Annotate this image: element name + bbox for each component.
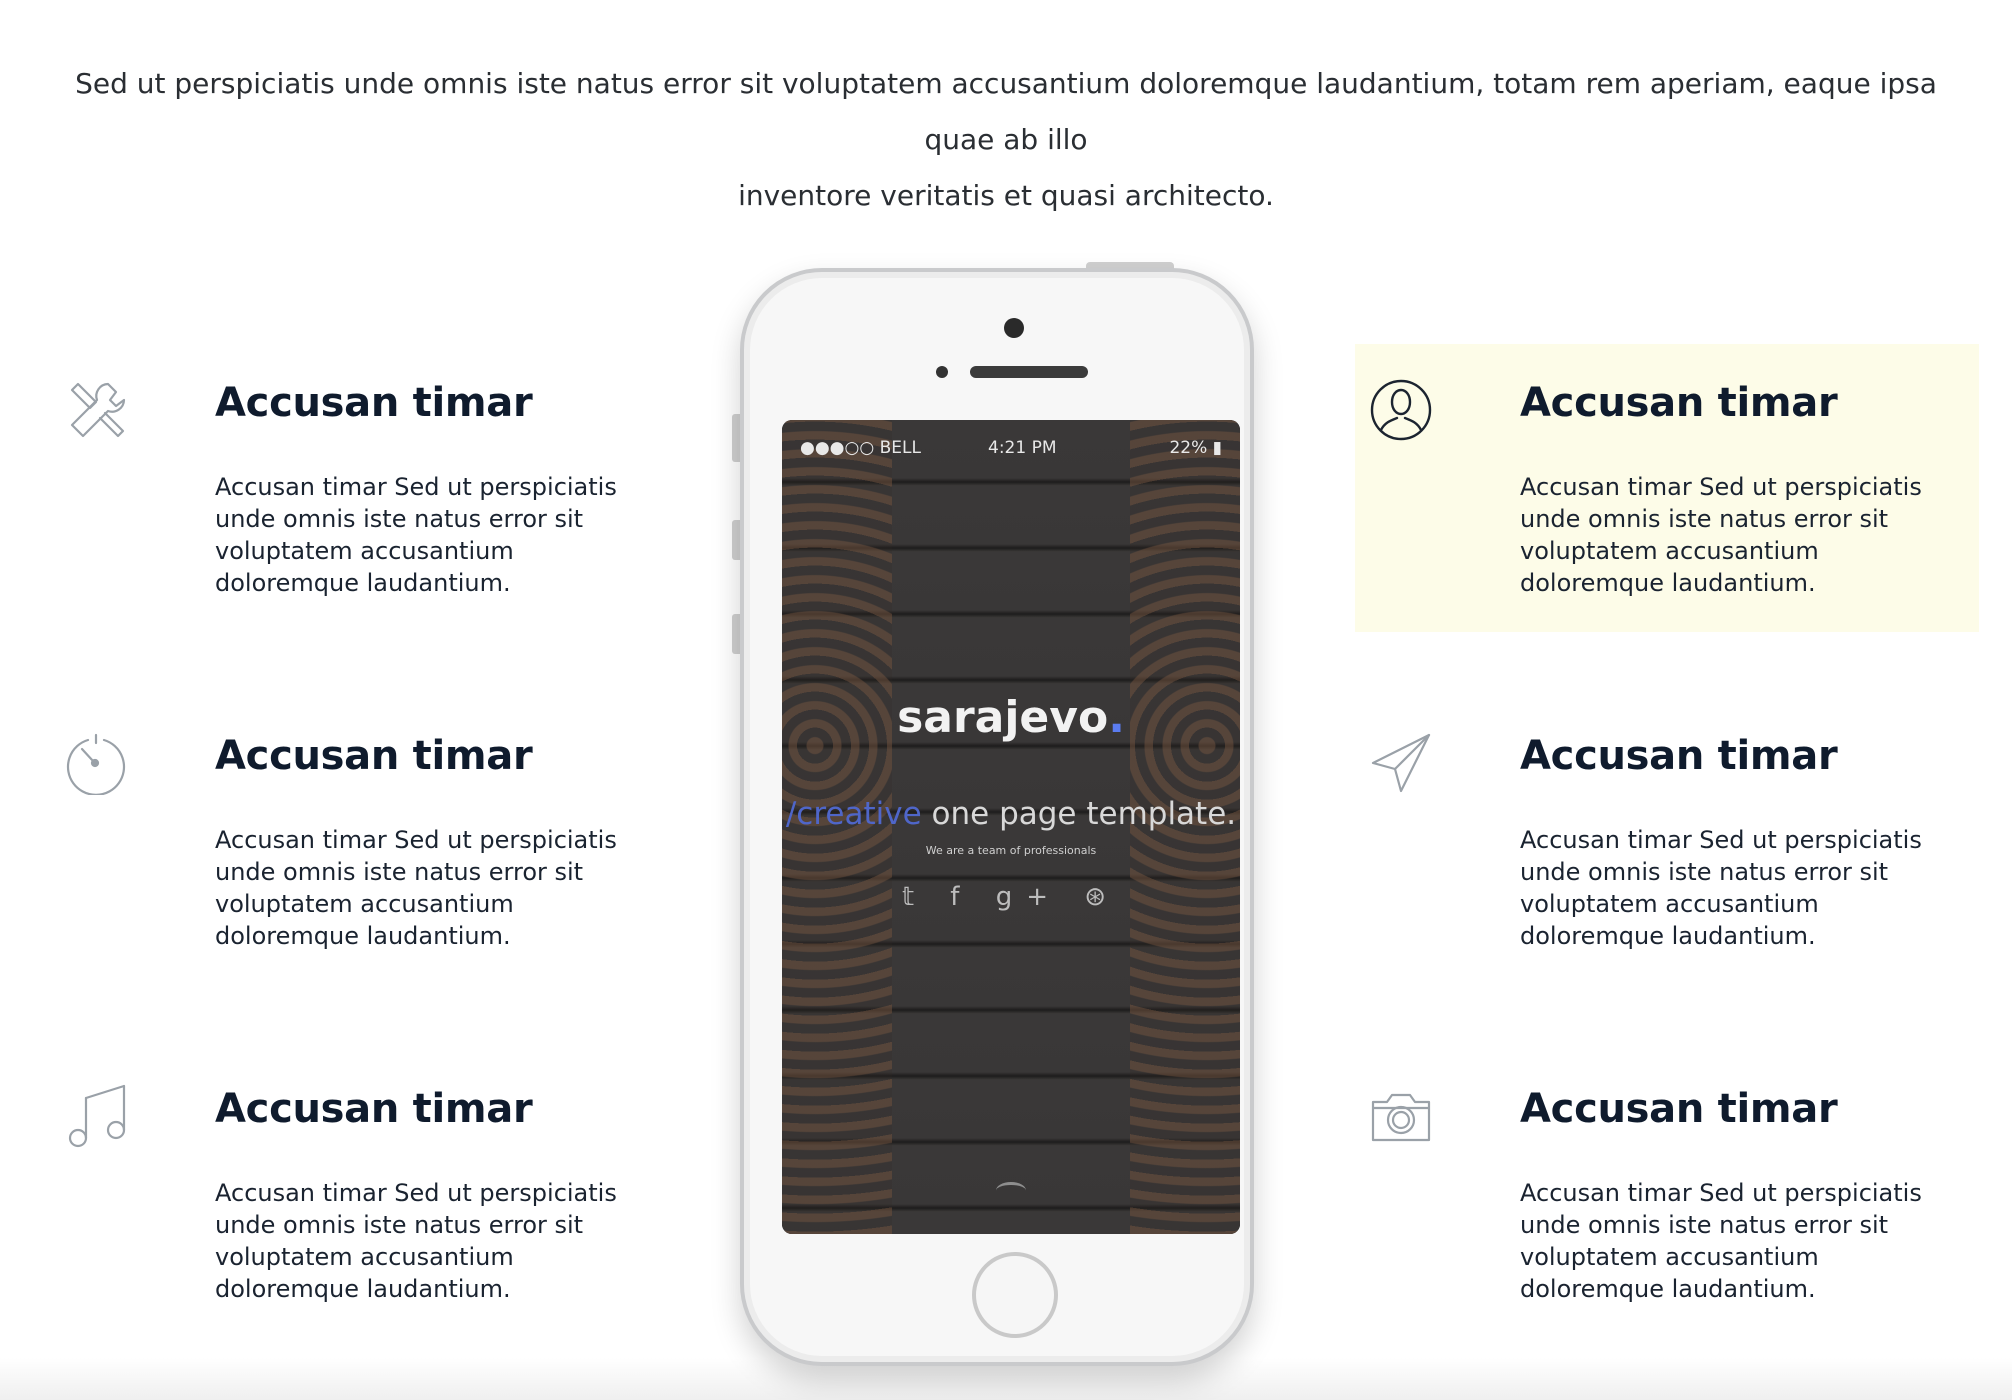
feature-item: Accusan timar Accusan timar Sed ut persp… xyxy=(1355,697,1979,985)
home-button[interactable] xyxy=(972,1252,1058,1338)
user-icon xyxy=(1370,379,1432,441)
front-camera xyxy=(1004,318,1024,338)
feature-item: Accusan timar Accusan timar Sed ut persp… xyxy=(50,344,674,632)
subtagline: We are a team of professionals xyxy=(925,844,1097,857)
feature-description: Accusan timar Sed ut perspiciatis unde o… xyxy=(1520,473,1922,597)
phone-mockup: ●●●○○ BELL 4:21 PM 22% ▮ sarajevo. /crea… xyxy=(730,262,1264,1370)
carrier-label: ●●●○○ BELL xyxy=(800,438,921,458)
phone-body: ●●●○○ BELL 4:21 PM 22% ▮ sarajevo. /crea… xyxy=(740,268,1254,1366)
feature-item-highlighted: Accusan timar Accusan timar Sed ut persp… xyxy=(1355,344,1979,632)
music-icon xyxy=(68,1084,126,1148)
feature-description: Accusan timar Sed ut perspiciatis unde o… xyxy=(215,1179,617,1303)
feature-title: Accusan timar xyxy=(215,380,533,426)
feature-title: Accusan timar xyxy=(1520,380,1838,426)
earpiece-speaker xyxy=(970,366,1088,378)
tools-icon xyxy=(70,382,126,438)
timer-icon xyxy=(66,733,126,795)
feature-item: Accusan timar Accusan timar Sed ut persp… xyxy=(50,697,674,985)
feature-title: Accusan timar xyxy=(215,1086,533,1132)
proximity-sensor xyxy=(936,366,948,378)
camera-icon xyxy=(1371,1093,1431,1142)
clock: 4:21 PM xyxy=(988,438,1057,458)
paper-plane-icon xyxy=(1371,733,1431,793)
social-icons[interactable]: 𝕥 f g+ ⊛ xyxy=(782,882,1240,912)
phone-screen: ●●●○○ BELL 4:21 PM 22% ▮ sarajevo. /crea… xyxy=(782,420,1240,1234)
intro-paragraph: Sed ut perspiciatis unde omnis iste natu… xyxy=(75,67,1937,212)
tagline: /creative one page template. xyxy=(785,796,1237,832)
feature-title: Accusan timar xyxy=(215,733,533,779)
feature-title: Accusan timar xyxy=(1520,1086,1838,1132)
feature-item: Accusan timar Accusan timar Sed ut persp… xyxy=(50,1050,674,1338)
brand-logo: sarajevo. xyxy=(897,692,1125,743)
feature-description: Accusan timar Sed ut perspiciatis unde o… xyxy=(215,473,617,597)
scroll-down-icon[interactable] xyxy=(996,1182,1026,1199)
feature-description: Accusan timar Sed ut perspiciatis unde o… xyxy=(1520,826,1922,950)
feature-title: Accusan timar xyxy=(1520,733,1838,779)
feature-description: Accusan timar Sed ut perspiciatis unde o… xyxy=(1520,1179,1922,1303)
feature-item: Accusan timar Accusan timar Sed ut persp… xyxy=(1355,1050,1979,1338)
status-bar: ●●●○○ BELL 4:21 PM 22% ▮ xyxy=(800,438,1222,462)
feature-description: Accusan timar Sed ut perspiciatis unde o… xyxy=(215,826,617,950)
battery-indicator: 22% ▮ xyxy=(1169,438,1222,458)
